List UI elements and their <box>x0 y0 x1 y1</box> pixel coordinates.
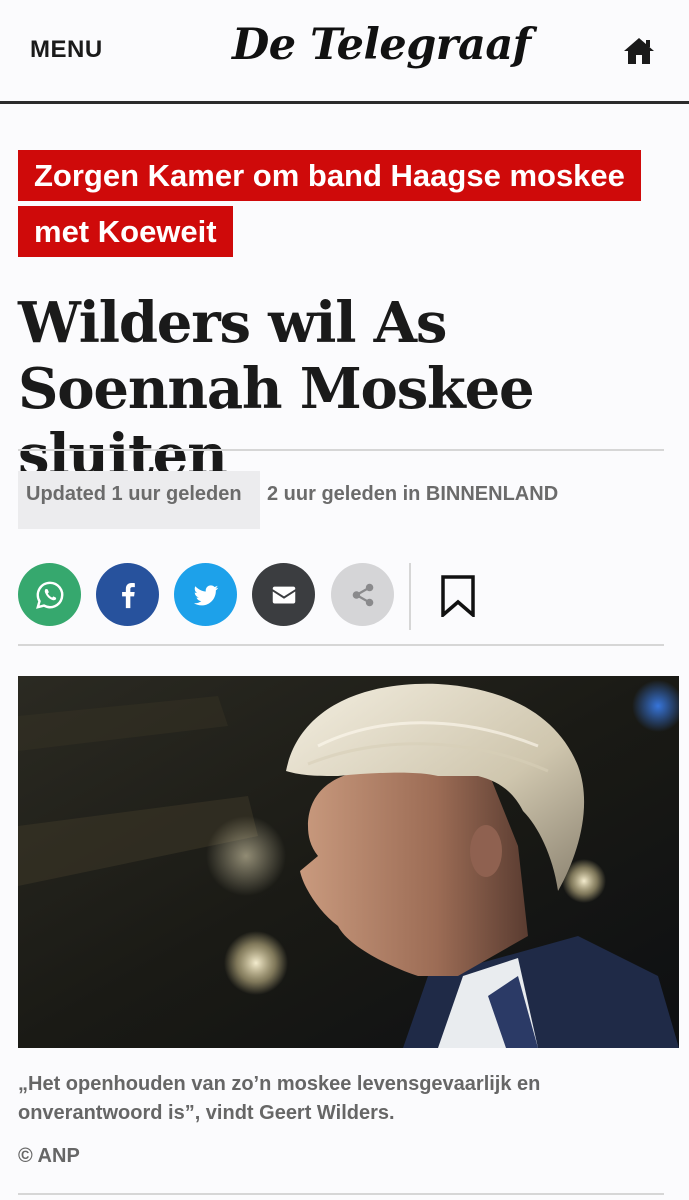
article-photo[interactable] <box>18 676 679 1048</box>
share-twitter-button[interactable] <box>174 563 237 626</box>
share-email-button[interactable] <box>252 563 315 626</box>
divider-line <box>18 449 664 451</box>
site-header: MENU De Telegraaf <box>0 0 689 104</box>
menu-button[interactable]: MENU <box>30 36 103 64</box>
photo-caption: „Het openhouden van zo’n moskee levensge… <box>18 1073 541 1124</box>
share-divider <box>409 563 411 630</box>
envelope-icon <box>272 586 295 603</box>
home-icon[interactable] <box>622 34 656 68</box>
updated-badge: Updated 1 uur geleden <box>18 471 260 529</box>
article-headline: Wilders wil As Soennah Moskee sluiten <box>18 290 535 488</box>
article-kicker[interactable]: Zorgen Kamer om band Haagse moskee met K… <box>18 148 652 259</box>
publish-info: 2 uur geleden in BINNENLAND <box>267 483 559 505</box>
share-whatsapp-button[interactable] <box>18 563 81 626</box>
bookmark-button[interactable] <box>440 575 476 619</box>
whatsapp-icon <box>35 581 63 609</box>
facebook-icon <box>121 582 135 608</box>
site-logo[interactable]: De Telegraaf <box>232 20 531 70</box>
kicker-text[interactable]: Zorgen Kamer om band Haagse moskee met K… <box>18 150 641 257</box>
bookmark-icon <box>441 575 475 619</box>
share-facebook-button[interactable] <box>96 563 159 626</box>
share-more-button[interactable] <box>331 563 394 626</box>
share-icon <box>352 583 373 606</box>
twitter-icon <box>193 584 218 605</box>
divider-line <box>18 1193 664 1195</box>
photo-credit: © ANP <box>18 1145 80 1167</box>
divider-line <box>18 644 664 646</box>
